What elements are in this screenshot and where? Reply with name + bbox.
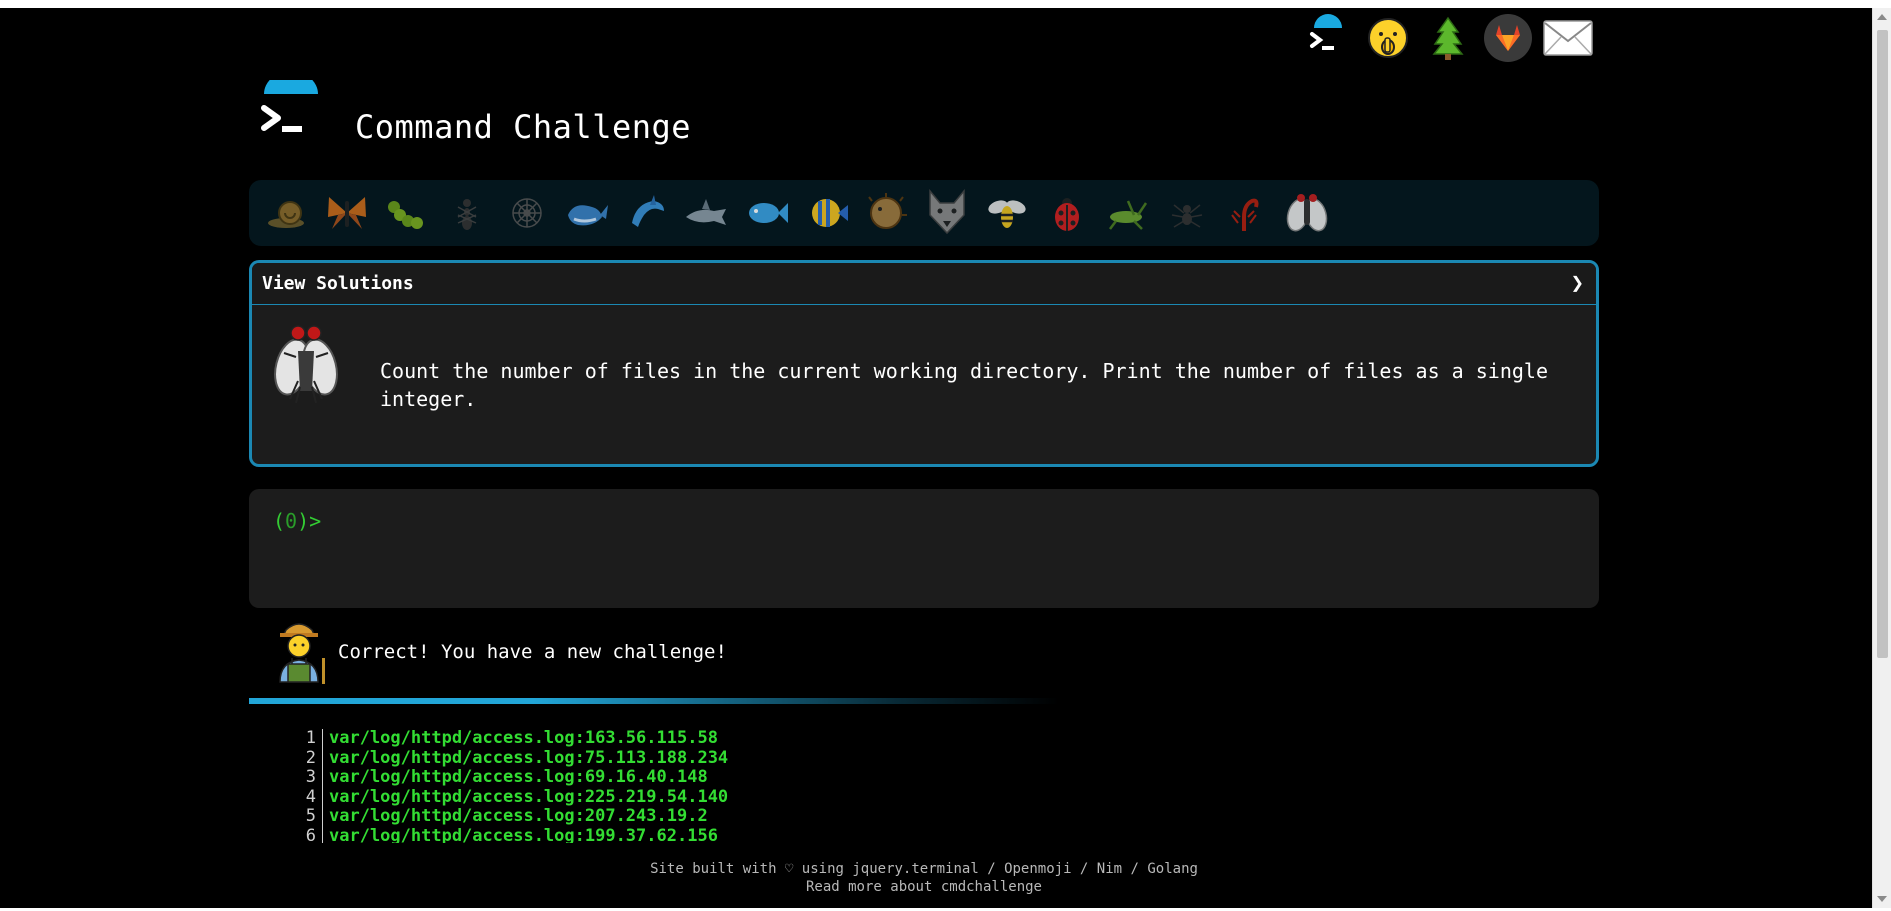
command-output: 1 var/log/httpd/access.log:163.56.115.58 2… — [290, 729, 728, 843]
cricket-icon[interactable] — [1097, 186, 1157, 240]
line-number: 2 — [290, 748, 323, 768]
challenge-level-bar — [249, 180, 1599, 246]
wolf-icon[interactable] — [917, 186, 977, 240]
line-text: var/log/httpd/access.log:163.56.115.58 — [329, 729, 718, 748]
whale-icon[interactable] — [557, 186, 617, 240]
page-title[interactable]: Command Challenge — [355, 108, 691, 146]
shushing-face-icon[interactable] — [1363, 13, 1413, 63]
prompt-open: ( — [273, 509, 286, 533]
snail-icon[interactable] — [257, 186, 317, 240]
prompt-count: 0 — [285, 509, 298, 533]
line-text: var/log/httpd/access.log:69.16.40.148 — [329, 767, 708, 787]
dolphin-icon[interactable] — [617, 186, 677, 240]
site-logo-icon[interactable] — [256, 71, 328, 150]
scrollbar-thumb[interactable] — [1877, 30, 1888, 658]
line-text: var/log/httpd/access.log:225.219.54.140 — [329, 786, 729, 807]
footer: Site built with ♡ using jquery.terminal … — [0, 860, 1848, 896]
output-line: 1 var/log/httpd/access.log:163.56.115.58 — [290, 729, 728, 749]
top-icon-bar — [1303, 13, 1593, 63]
page-viewport: Command Challenge View Solutions ❯ Count… — [0, 8, 1872, 908]
blowfish-icon[interactable] — [857, 186, 917, 240]
ant-icon[interactable] — [437, 186, 497, 240]
challenge-body: Count the number of files in the current… — [252, 305, 1596, 464]
line-number: 6 — [290, 826, 323, 843]
farmer-avatar-icon — [268, 618, 330, 686]
scroll-down-arrow-icon[interactable] — [1877, 896, 1887, 902]
output-line: 5 var/log/httpd/access.log:207.243.19.2 — [290, 806, 728, 827]
scorpion-icon[interactable] — [1217, 186, 1277, 240]
spider-web-icon[interactable] — [497, 186, 557, 240]
output-line: 2 var/log/httpd/access.log:75.113.188.234 — [290, 747, 729, 768]
tree-icon[interactable] — [1423, 13, 1473, 63]
tropical-fish-icon[interactable] — [797, 186, 857, 240]
mail-icon[interactable] — [1543, 13, 1593, 63]
caterpillar-icon[interactable] — [377, 186, 437, 240]
line-text: var/log/httpd/access.log:199.37.62.156 — [329, 825, 718, 843]
result-message: Correct! You have a new challenge! — [338, 641, 727, 663]
output-line: 3 var/log/httpd/access.log:69.16.40.148 — [290, 767, 728, 788]
scroll-up-arrow-icon[interactable] — [1877, 14, 1887, 20]
output-line: 6 var/log/httpd/access.log:199.37.62.156 — [290, 825, 728, 843]
line-number: 3 — [290, 767, 323, 788]
prompt-close: )> — [297, 509, 322, 533]
fish-icon[interactable] — [737, 186, 797, 240]
about-link[interactable]: Read more about cmdchallenge — [806, 879, 1042, 895]
view-solutions-toggle[interactable]: View Solutions ❯ — [252, 263, 1596, 305]
spider-icon[interactable] — [1157, 186, 1217, 240]
view-solutions-label: View Solutions — [262, 273, 414, 294]
line-number: 1 — [290, 729, 323, 749]
chevron-right-icon[interactable]: ❯ — [1571, 271, 1584, 296]
fly-icon[interactable] — [1277, 186, 1337, 240]
footer-credits[interactable]: Site built with ♡ using jquery.terminal … — [0, 860, 1848, 878]
ladybug-icon[interactable] — [1037, 186, 1097, 240]
scrollbar[interactable] — [1872, 8, 1891, 908]
line-text: var/log/httpd/access.log:207.243.19.2 — [329, 806, 708, 826]
line-text: var/log/httpd/access.log:75.113.188.234 — [329, 747, 729, 768]
challenge-description: Count the number of files in the current… — [380, 359, 1548, 411]
butterfly-icon[interactable] — [317, 186, 377, 240]
progress-bar — [249, 698, 1059, 704]
line-number: 5 — [290, 806, 323, 827]
terminal-prompt[interactable]: (0)> — [273, 509, 321, 533]
challenge-panel: View Solutions ❯ Count the number of fil… — [249, 260, 1599, 467]
terminal-logo-icon[interactable] — [1303, 13, 1353, 63]
gitlab-icon[interactable] — [1483, 13, 1533, 63]
bee-icon[interactable] — [977, 186, 1037, 240]
line-number: 4 — [290, 787, 323, 807]
shark-icon[interactable] — [677, 186, 737, 240]
output-line: 4 var/log/httpd/access.log:225.219.54.140 — [290, 786, 729, 807]
fly-icon — [270, 321, 342, 405]
terminal-window[interactable]: (0)> — [249, 489, 1599, 608]
